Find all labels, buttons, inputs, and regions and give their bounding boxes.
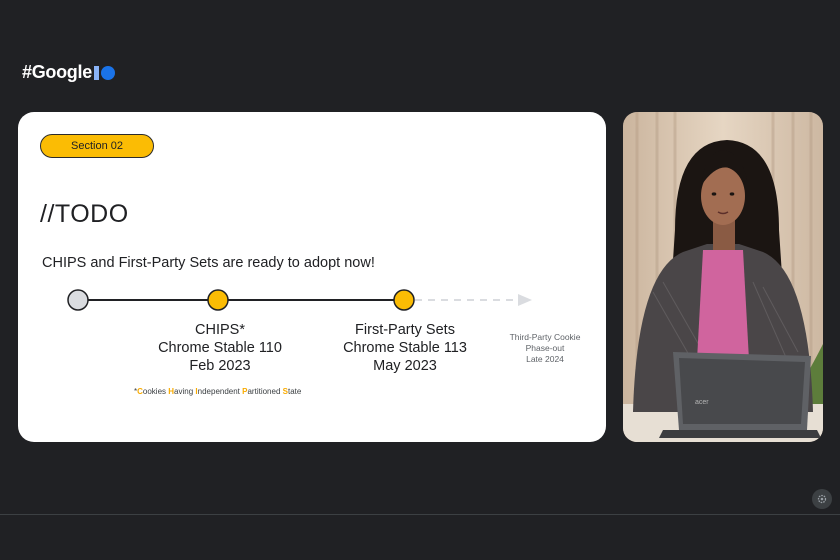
settings-button[interactable] <box>812 489 832 509</box>
milestone-fps-date: May 2023 <box>373 358 437 374</box>
brand-text: #Google <box>22 62 92 82</box>
footnote-word: ndependent <box>197 387 243 396</box>
footnote-word: artitioned <box>247 387 283 396</box>
milestone-chips-release: Chrome Stable 110 <box>158 340 282 356</box>
milestone-first-party-sets: First-Party Sets Chrome Stable 113 May 2… <box>343 321 467 375</box>
timeline-arrow-head <box>518 294 532 306</box>
footnote-word: ookies <box>142 387 169 396</box>
google-io-logo: #Google <box>22 62 115 83</box>
laptop-base <box>659 430 821 438</box>
section-badge: Section 02 <box>40 134 154 158</box>
milestone-chips: CHIPS* Chrome Stable 110 Feb 2023 <box>158 321 282 375</box>
presentation-slide: Section 02 //TODO CHIPS and First-Party … <box>18 112 606 442</box>
timeline <box>67 289 532 311</box>
slide-title: //TODO <box>40 200 129 228</box>
future-line-1: Third-Party Cookie <box>509 332 581 342</box>
timeline-start-node <box>67 289 89 311</box>
gear-icon <box>817 494 827 504</box>
milestone-future: Third-Party Cookie Phase-out Late 2024 <box>510 332 581 365</box>
footnote: *Cookies Having Independent Partitioned … <box>134 387 301 396</box>
presenter-video: acer <box>623 112 823 442</box>
footnote-word: tate <box>287 387 302 396</box>
future-line-2: Phase-out <box>525 343 565 353</box>
timeline-node-chips <box>207 289 229 311</box>
milestone-chips-name: CHIPS* <box>195 322 245 338</box>
control-bar-divider <box>0 514 840 515</box>
timeline-node-fps <box>393 289 415 311</box>
svg-text:acer: acer <box>695 399 709 406</box>
milestone-chips-date: Feb 2023 <box>189 358 251 374</box>
slide-subtitle: CHIPS and First-Party Sets are ready to … <box>42 255 375 271</box>
milestone-fps-name: First-Party Sets <box>355 322 455 338</box>
milestone-fps-release: Chrome Stable 113 <box>343 340 467 356</box>
google-io-logo-icon <box>93 65 115 80</box>
footnote-word: aving <box>174 387 196 396</box>
presenter-top <box>697 250 749 360</box>
future-line-3: Late 2024 <box>526 354 564 364</box>
